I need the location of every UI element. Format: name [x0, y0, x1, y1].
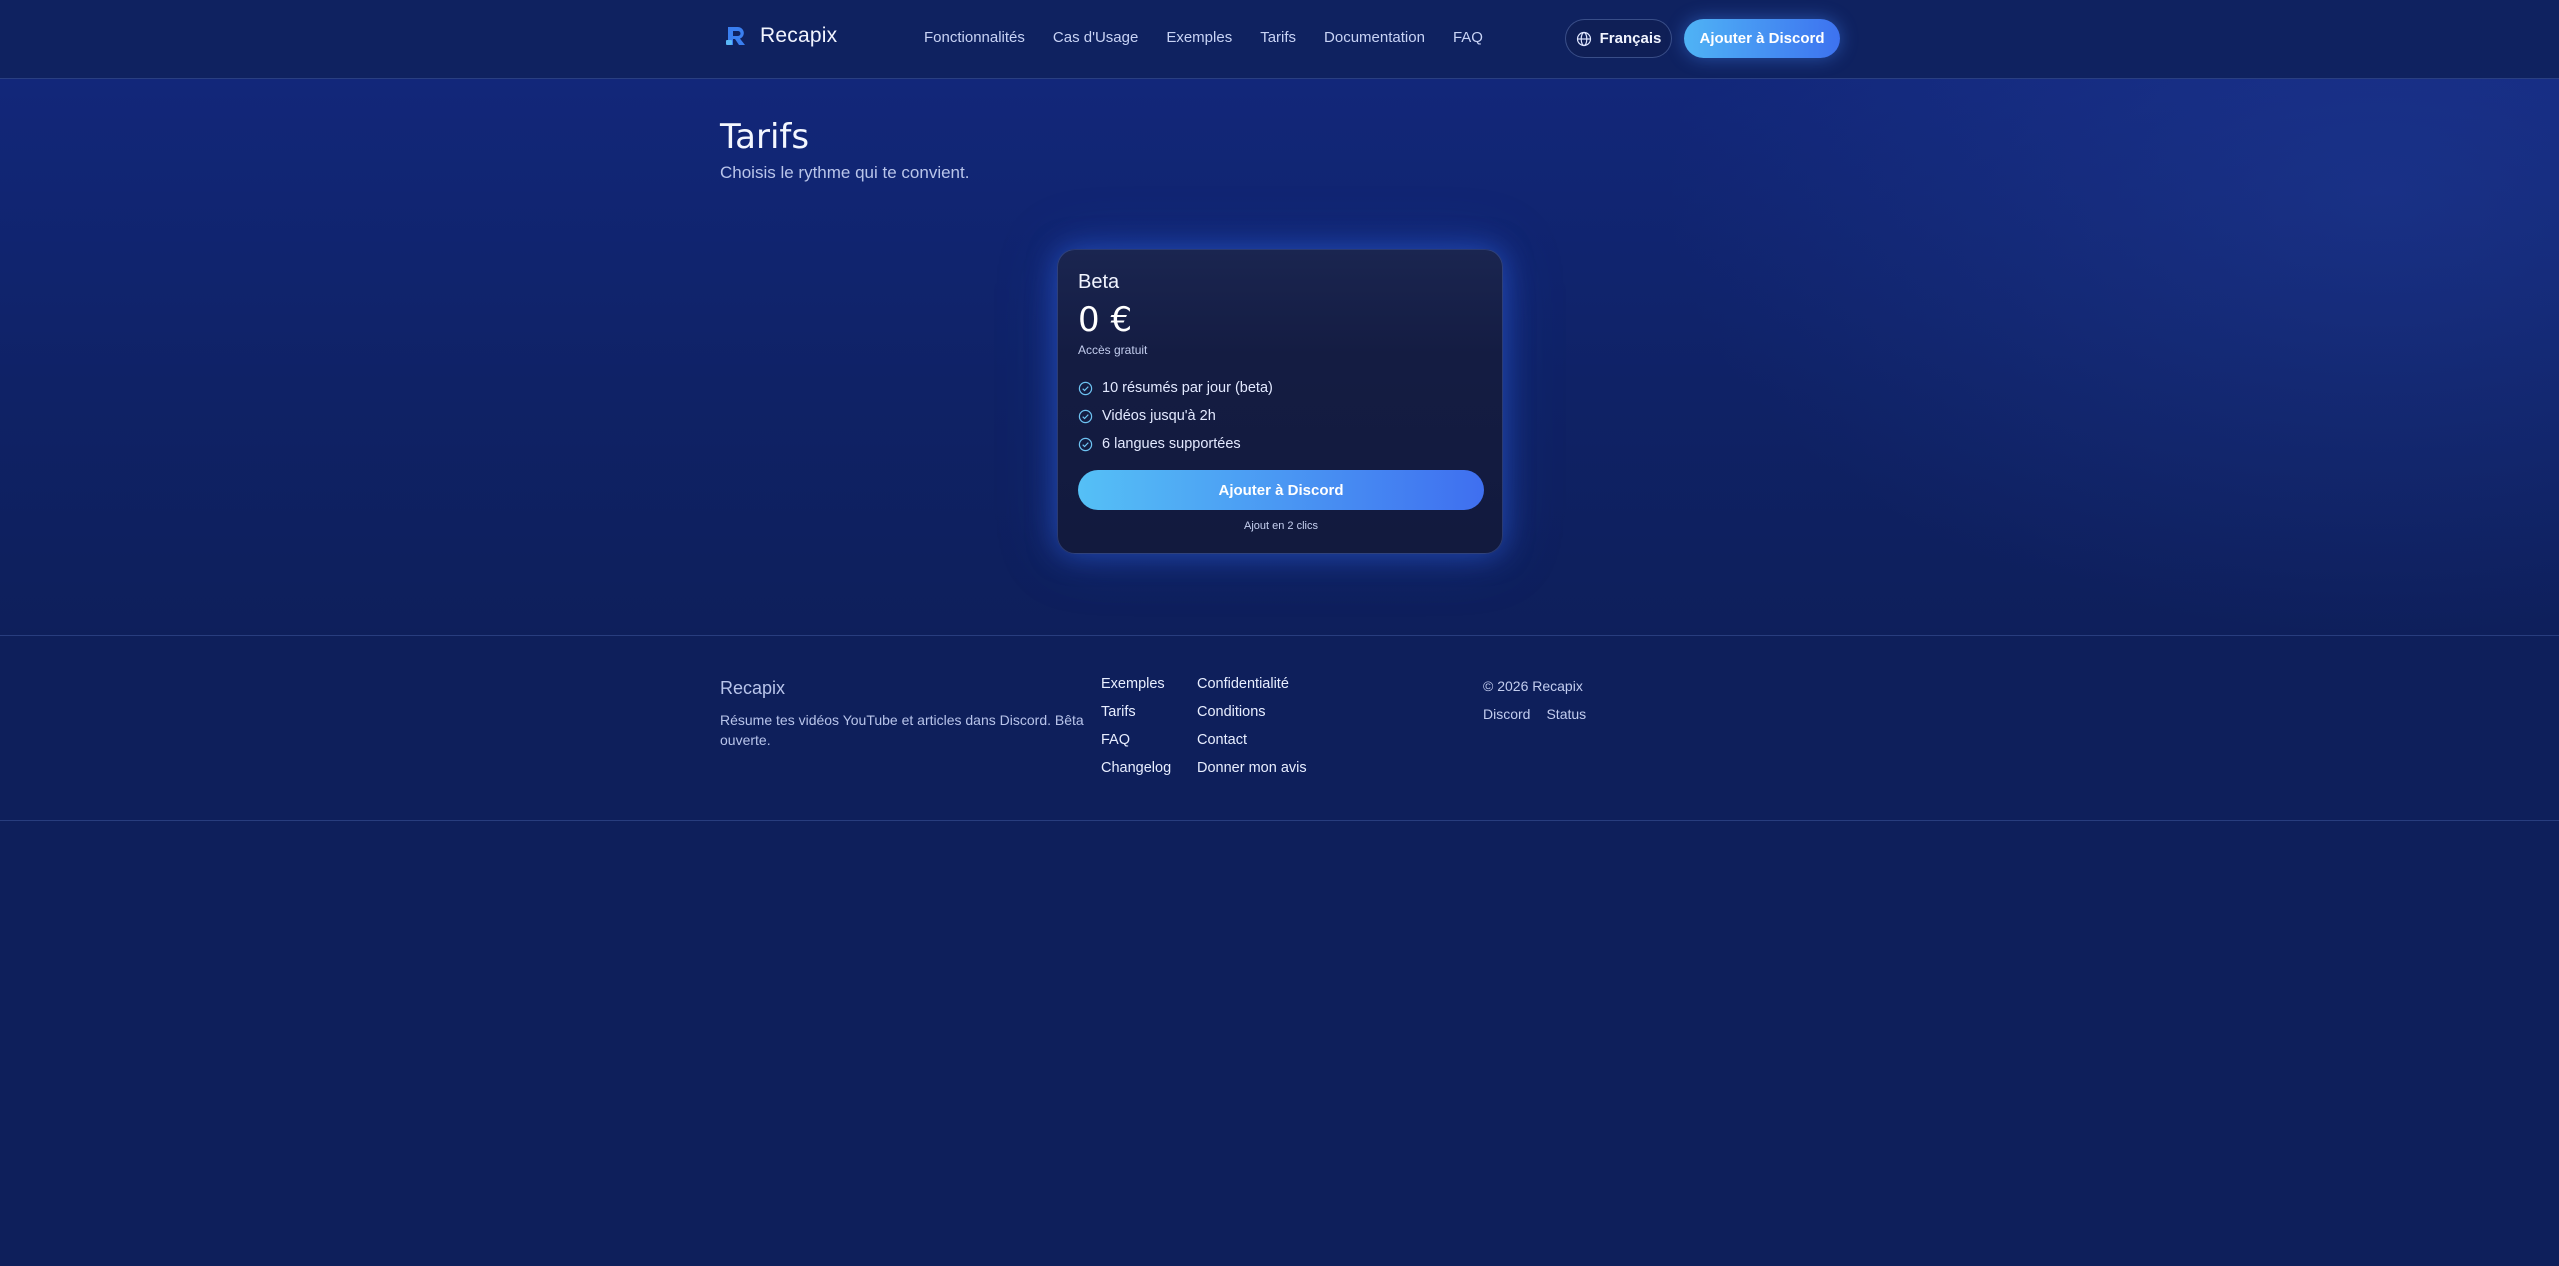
site-header: Recapix Fonctionnalités Cas d'Usage Exem…: [0, 0, 2559, 79]
check-circle-icon: [1078, 409, 1093, 423]
footer-link-discord[interactable]: Discord: [1483, 706, 1530, 722]
site-footer: Recapix Résume tes vidéos YouTube et art…: [0, 635, 2559, 821]
footer-social: Discord Status: [1483, 706, 1586, 722]
footer-description: Résume tes vidéos YouTube et articles da…: [720, 712, 1084, 748]
nav-documentation[interactable]: Documentation: [1324, 29, 1425, 46]
nav-tarifs[interactable]: Tarifs: [1260, 29, 1296, 46]
footer-link-confidentialite[interactable]: Confidentialité: [1197, 676, 1289, 692]
page-subtitle: Choisis le rythme qui te convient.: [720, 163, 970, 182]
pricing-card-beta: Beta 0 € Accès gratuit 10 résumés par jo…: [1057, 249, 1503, 554]
language-selector[interactable]: Français: [1565, 19, 1672, 58]
plan-name: Beta: [1078, 271, 1120, 293]
nav-cas-usage[interactable]: Cas d'Usage: [1053, 29, 1138, 46]
feature-list: 10 résumés par jour (beta) Vidéos jusqu'…: [1078, 374, 1273, 458]
feature-item: 6 langues supportées: [1078, 430, 1273, 458]
feature-text: 6 langues supportées: [1102, 436, 1241, 452]
footer-link-conditions[interactable]: Conditions: [1197, 704, 1266, 720]
main-nav: Fonctionnalités Cas d'Usage Exemples Tar…: [924, 29, 1483, 46]
footer-link-feedback[interactable]: Donner mon avis: [1197, 760, 1307, 776]
nav-faq[interactable]: FAQ: [1453, 29, 1483, 46]
footer-links-col2: Confidentialité Conditions Contact Donne…: [1197, 676, 1307, 788]
feature-item: Vidéos jusqu'à 2h: [1078, 402, 1273, 430]
footer-link-contact[interactable]: Contact: [1197, 732, 1247, 748]
brand-link[interactable]: Recapix: [724, 24, 837, 48]
nav-exemples[interactable]: Exemples: [1166, 29, 1232, 46]
footer-brand: Recapix: [720, 678, 786, 698]
footer-copyright: © 2026 Recapix: [1483, 678, 1583, 694]
add-to-discord-header-button[interactable]: Ajouter à Discord: [1684, 19, 1840, 58]
feature-text: 10 résumés par jour (beta): [1102, 380, 1273, 396]
feature-text: Vidéos jusqu'à 2h: [1102, 408, 1216, 424]
footer-link-status[interactable]: Status: [1546, 706, 1586, 722]
footer-link-faq[interactable]: FAQ: [1101, 732, 1130, 748]
recapix-logo-icon: [726, 27, 745, 45]
plan-note: Accès gratuit: [1078, 343, 1148, 357]
footer-links-col1: Exemples Tarifs FAQ Changelog: [1101, 676, 1171, 788]
language-label: Français: [1599, 30, 1662, 47]
brand-name: Recapix: [760, 24, 838, 47]
footer-link-changelog[interactable]: Changelog: [1101, 760, 1171, 776]
add-to-discord-card-button[interactable]: Ajouter à Discord: [1078, 470, 1484, 510]
plan-price: 0 €: [1078, 300, 1133, 340]
footer-link-tarifs[interactable]: Tarifs: [1101, 704, 1136, 720]
card-footnote: Ajout en 2 clics: [1244, 520, 1318, 532]
check-circle-icon: [1078, 381, 1093, 395]
feature-item: 10 résumés par jour (beta): [1078, 374, 1273, 402]
nav-fonctionnalites[interactable]: Fonctionnalités: [924, 29, 1025, 46]
page-title: Tarifs: [720, 117, 810, 157]
check-circle-icon: [1078, 437, 1093, 451]
globe-icon: [1576, 31, 1591, 46]
footer-link-exemples[interactable]: Exemples: [1101, 676, 1165, 692]
